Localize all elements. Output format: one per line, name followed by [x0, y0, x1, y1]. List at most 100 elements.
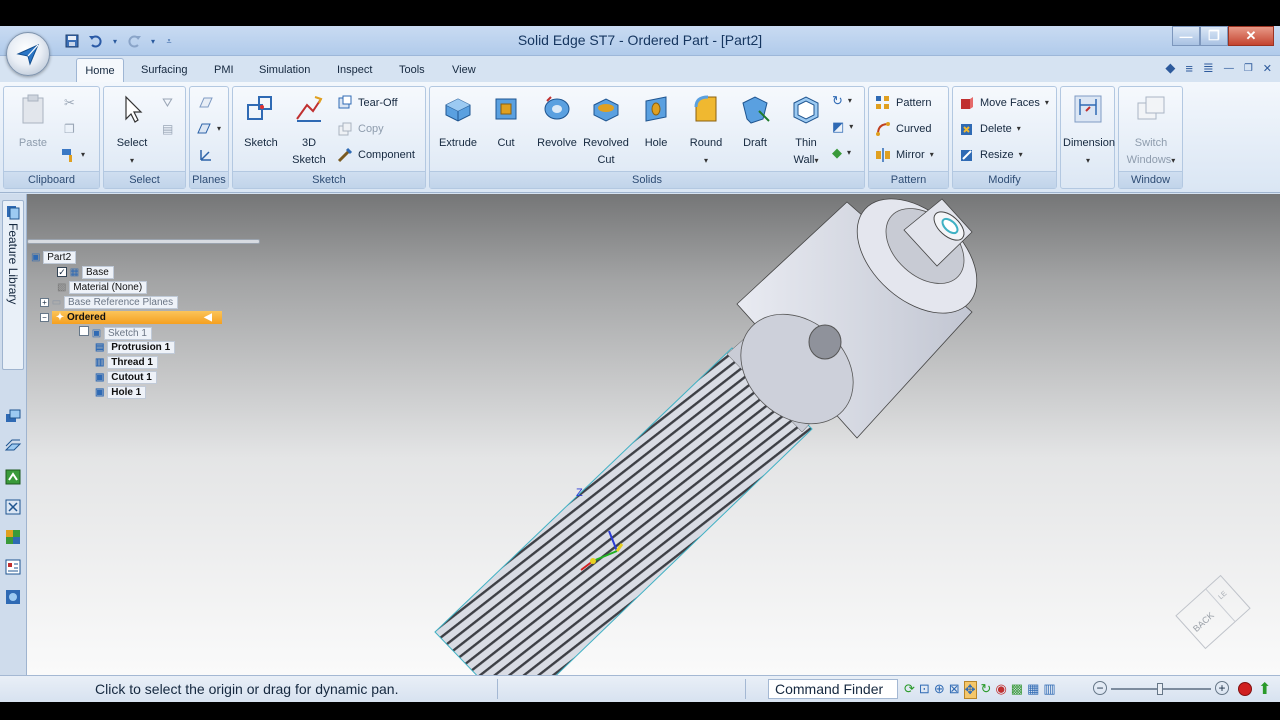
pan-icon[interactable]: ✥ [963, 681, 977, 699]
sensors-icon[interactable] [4, 468, 22, 489]
curved-button[interactable]: Curved [875, 119, 931, 139]
paste-button[interactable]: Paste [12, 93, 54, 152]
maximize-button[interactable]: ❐ [1200, 26, 1228, 46]
fit-icon[interactable]: ⊠ [949, 681, 960, 699]
stop-icon[interactable] [1238, 682, 1252, 696]
feature-library-tab[interactable]: Feature Library [2, 200, 24, 370]
modify-group: Move Faces ▾ Delete ▾ Resize ▾ Modify [952, 86, 1057, 189]
zoom-slider-thumb[interactable] [1157, 683, 1163, 695]
clipboard-group-label: Clipboard [4, 171, 99, 188]
copy-sketch-button[interactable]: Copy [337, 119, 384, 139]
format-painter-button[interactable]: ▾ [60, 145, 85, 165]
mirror-icon [876, 148, 890, 162]
doc-close-icon[interactable]: ✕ [1263, 62, 1272, 75]
curved-label: Curved [896, 123, 932, 135]
component-button[interactable]: Component [337, 145, 415, 165]
layers-icon[interactable] [4, 408, 22, 429]
help-book-icon[interactable]: ◆ [1165, 60, 1175, 76]
status-bar: Click to select the origin or drag for d… [0, 675, 1280, 702]
component-icon [337, 147, 353, 163]
thin-wall-icon [793, 96, 819, 124]
rotate-icon[interactable]: ↻ [981, 681, 992, 699]
shaded-view-icon[interactable]: ▩ [1011, 681, 1023, 699]
properties-icon[interactable] [4, 558, 22, 579]
sketch-3d-button[interactable]: 3D Sketch [287, 93, 331, 169]
rendering-icon[interactable] [4, 588, 22, 609]
refresh-icon[interactable]: ⟳ [904, 681, 915, 699]
tab-simulation[interactable]: Simulation [251, 58, 318, 82]
dimension-button[interactable]: Dimension ▾ [1063, 93, 1115, 169]
revolve-button[interactable]: Revolve [534, 93, 580, 152]
plane-button[interactable] [198, 93, 214, 113]
named-views-icon[interactable]: ▥ [1043, 681, 1055, 699]
delete-button[interactable]: Delete ▾ [959, 119, 1021, 139]
feature-library-icon [7, 206, 20, 220]
zoom-out-icon[interactable]: − [1093, 681, 1107, 695]
thin-wall-label-line2: Wall [793, 154, 815, 166]
mirror-button[interactable]: Mirror ▾ [875, 145, 934, 165]
tear-off-button[interactable]: Tear-Off [337, 93, 398, 113]
thicken-button[interactable]: ◩ ▾ [832, 117, 853, 137]
doc-restore-icon[interactable]: ❐ [1244, 63, 1253, 74]
format-painter-icon [62, 149, 72, 162]
move-faces-button[interactable]: Move Faces ▾ [959, 93, 1049, 113]
round-button[interactable]: Round ▾ [684, 93, 728, 169]
command-finder-text: Command Finder [775, 681, 884, 697]
select-filter-button[interactable]: ⛛ [162, 93, 173, 113]
tab-inspect[interactable]: Inspect [329, 58, 380, 82]
tile-windows-icon[interactable]: ≣ [1203, 60, 1214, 76]
doc-minimize-icon[interactable]: — [1224, 63, 1234, 74]
zoom-slider[interactable]: − + [1093, 681, 1233, 697]
copy-clip-button[interactable]: ❐ [64, 119, 75, 139]
zoom-in-icon[interactable]: + [1215, 681, 1229, 695]
select-button[interactable]: Select ▾ [110, 93, 154, 169]
ribbon-tabs: Home Surfacing PMI Simulation Inspect To… [0, 56, 1280, 82]
zoom-icon[interactable]: ⊕ [934, 681, 945, 699]
sketch-button[interactable]: Sketch [239, 93, 283, 152]
cut-clip-button[interactable]: ✂ [64, 93, 75, 113]
helix-button[interactable]: ↻ ▾ [832, 91, 852, 111]
command-finder-field[interactable]: Command Finder [768, 679, 898, 699]
thin-wall-button[interactable]: Thin Wall▾ [784, 93, 828, 169]
pattern-button[interactable]: Pattern [875, 93, 931, 113]
close-button[interactable]: ✕ [1228, 26, 1274, 46]
switch-windows-button[interactable]: Switch Windows▾ [1123, 93, 1179, 169]
tab-view[interactable]: View [444, 58, 484, 82]
graphics-viewport[interactable]: ▣ Part2 ✓ ▦ Base ▧ Material (None) + ▭ B… [27, 194, 1280, 675]
draft-button[interactable]: Draft [734, 93, 776, 152]
color-manager-icon[interactable] [4, 528, 22, 549]
view-styles-icon[interactable]: ▦ [1027, 681, 1039, 699]
tab-surfacing[interactable]: Surfacing [133, 58, 195, 82]
cut-icon [495, 98, 517, 120]
window-controls: — ❐ ✕ [1172, 26, 1274, 46]
select-manager-button[interactable]: ▤ [162, 119, 173, 139]
filter-icon: ⛛ [162, 95, 173, 110]
spin-about-icon[interactable]: ◉ [995, 681, 1006, 699]
coordinate-system-button[interactable] [198, 145, 214, 165]
tab-tools[interactable]: Tools [391, 58, 433, 82]
hole-button[interactable]: Hole [636, 93, 676, 152]
revolved-cut-button[interactable]: Revolved Cut [582, 93, 630, 169]
scissors-icon: ✂ [64, 95, 75, 110]
bolt-model[interactable] [434, 194, 998, 675]
resize-label: Resize [980, 149, 1014, 161]
minimize-button[interactable]: — [1172, 26, 1200, 46]
coincident-plane-button[interactable]: ▾ [196, 119, 221, 139]
add-body-button[interactable]: ◆ ▾ [832, 143, 851, 163]
tab-pmi[interactable]: PMI [206, 58, 242, 82]
maximize-icon: ❐ [1208, 28, 1220, 43]
zoom-area-icon[interactable]: ⊡ [919, 681, 930, 699]
application-button[interactable] [6, 32, 50, 76]
tab-home[interactable]: Home [76, 58, 124, 82]
revolve-icon [544, 96, 570, 120]
view-cube[interactable]: BACK LE [1175, 574, 1251, 650]
paste-icon [22, 94, 44, 124]
resize-button[interactable]: Resize ▾ [959, 145, 1023, 165]
cut-button[interactable]: Cut [486, 93, 526, 152]
up-arrow-icon[interactable]: ⬆ [1258, 679, 1271, 699]
family-of-parts-icon[interactable] [4, 438, 22, 459]
model-3d-view: Z BACK LE [434, 194, 1251, 675]
cascade-windows-icon[interactable]: ≡ [1185, 61, 1193, 76]
parts-library-icon[interactable] [4, 498, 22, 519]
extrude-button[interactable]: Extrude [436, 93, 480, 152]
